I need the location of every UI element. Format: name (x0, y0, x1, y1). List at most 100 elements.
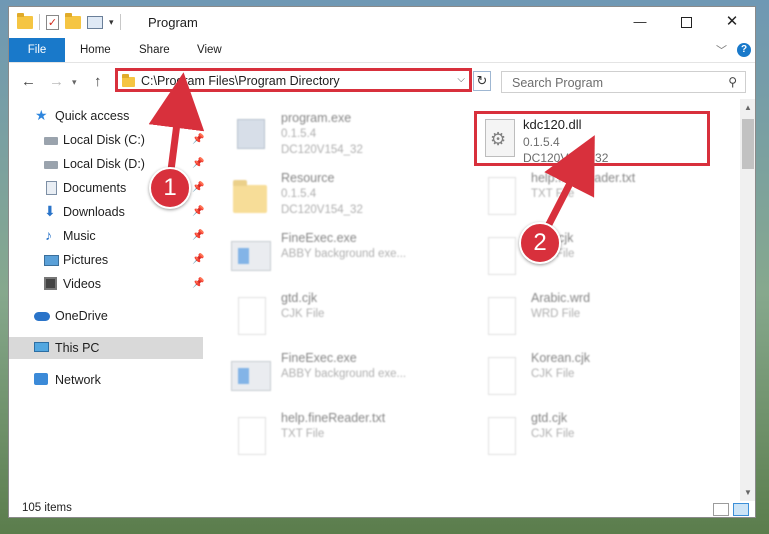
sidebar-item-label: OneDrive (55, 309, 108, 323)
file-name: gtd.cjk (281, 291, 318, 305)
file-item-fineexec[interactable]: FineExec.exe ABBY background exe... (231, 231, 461, 287)
document-icon (488, 177, 516, 215)
forward-arrow-icon[interactable]: → (49, 73, 64, 90)
address-folder-icon (122, 74, 135, 87)
file-type: TXT File (531, 188, 575, 200)
file-name: Korean.cjk (531, 351, 591, 365)
window-title: Program (148, 15, 198, 30)
callout-step-1: 1 (149, 167, 191, 209)
document-icon (488, 357, 516, 395)
gear-icon: ⚙ (490, 129, 507, 149)
pin-icon[interactable]: 📌 (192, 249, 204, 271)
pin-icon[interactable]: 📌 (192, 201, 204, 223)
file-thumb (231, 175, 271, 219)
up-arrow-icon[interactable]: ↑ (94, 73, 102, 90)
file-thumb (231, 295, 271, 339)
address-path[interactable]: C:\Program Files\Program Directory (141, 74, 340, 88)
tab-share[interactable]: Share (139, 38, 170, 62)
expand-ribbon-icon[interactable]: ﹀ (716, 42, 727, 58)
search-box[interactable]: ⚲ (501, 71, 746, 93)
properties-check-icon[interactable]: ✓ (46, 14, 59, 30)
file-item-program-exe[interactable]: program.exe 0.1.5.4 DC120V154_32 (231, 111, 461, 167)
sidebar-item-label: Network (55, 373, 101, 387)
sidebar-item-pictures[interactable]: Pictures 📌 (9, 249, 204, 271)
pin-icon[interactable]: 📌 (192, 225, 204, 247)
file-item-korean-cjk[interactable]: Korean.cjk CJK File (481, 351, 711, 407)
new-folder-icon[interactable] (65, 12, 81, 29)
close-button[interactable]: ✕ (709, 7, 755, 38)
sidebar-item-label: Local Disk (D:) (63, 157, 145, 171)
pin-icon[interactable]: 📌 (192, 273, 204, 295)
callout-step-2: 2 (519, 222, 561, 264)
tab-home[interactable]: Home (80, 38, 111, 62)
file-item-gtd-cjk-2[interactable]: gtd.cjk CJK File (481, 411, 711, 467)
sidebar-item-label: Quick access (55, 109, 130, 123)
scroll-down-icon[interactable]: ▼ (744, 488, 752, 497)
title-bar: ✓ ▾ Program — ✕ (9, 7, 755, 38)
maximize-button[interactable] (663, 7, 709, 38)
file-type: CJK File (281, 308, 325, 320)
sidebar-item-local-disk-c[interactable]: Local Disk (C:) 📌 (9, 129, 204, 151)
pin-icon[interactable]: 📌 (192, 177, 204, 199)
back-arrow-icon[interactable]: ← (21, 73, 36, 90)
file-name: FineExec.exe (281, 231, 357, 245)
minimize-button[interactable]: — (617, 7, 663, 38)
file-description: DC120V154_32 (281, 204, 363, 216)
file-item-fineexec-2[interactable]: FineExec.exe ABBY background exe... (231, 351, 461, 407)
help-icon[interactable]: ? (737, 43, 751, 57)
refresh-button[interactable]: ↻ (473, 71, 491, 91)
recent-locations-icon[interactable]: ▾ (72, 77, 77, 88)
file-item-gtd-cjk[interactable]: gtd.cjk CJK File (231, 291, 461, 347)
sidebar-item-music[interactable]: ♪ Music 📌 (9, 225, 204, 247)
chevron-down-icon[interactable]: ⌵ (457, 74, 465, 85)
file-item-help-finereader[interactable]: help.fineReader.txt TXT File (231, 411, 461, 467)
sidebar-item-videos[interactable]: Videos 📌 (9, 273, 204, 295)
file-item-arabic-wrd[interactable]: Arabic.wrd WRD File (481, 291, 711, 347)
file-list: program.exe 0.1.5.4 DC120V154_32 Resourc… (205, 99, 740, 491)
quick-access-toolbar: ✓ ▾ (17, 12, 121, 30)
view-toggle (713, 503, 749, 516)
file-item-kdc120-dll[interactable]: ⚙ kdc120.dll 0.1.5.4 DC120V154_32 (474, 111, 710, 166)
item-count: 105 items (22, 502, 72, 514)
folder-icon (17, 12, 33, 29)
sidebar-item-label: Downloads (63, 205, 125, 219)
search-icon[interactable]: ⚲ (728, 75, 737, 89)
customize-view-icon[interactable] (87, 15, 103, 29)
document-icon (488, 237, 516, 275)
search-input[interactable] (510, 74, 714, 92)
application-icon (231, 241, 271, 271)
star-icon: ★ (35, 107, 48, 123)
file-item-html-cjk[interactable]: html.cjk CJK File (481, 231, 711, 287)
file-name: kdc120.dll (523, 117, 582, 132)
file-name: Resource (281, 171, 335, 185)
address-bar[interactable]: C:\Program Files\Program Directory ⌵ (115, 68, 472, 92)
tab-file[interactable]: File (9, 38, 65, 62)
details-view-button[interactable] (713, 503, 729, 516)
scroll-up-icon[interactable]: ▲ (744, 103, 752, 112)
file-item-help-finereader-2[interactable]: help.fineReader.txt TXT File (481, 171, 711, 227)
sidebar-item-label: Pictures (63, 253, 109, 267)
document-icon (238, 297, 266, 335)
sidebar-item-quick-access[interactable]: ★ Quick access (9, 105, 203, 127)
pin-icon[interactable]: 📌 (192, 129, 204, 151)
file-thumb (481, 295, 521, 339)
file-type: ABBY background exe... (281, 368, 407, 380)
sidebar-item-this-pc[interactable]: This PC (9, 337, 203, 359)
large-icons-view-button[interactable] (733, 503, 749, 516)
file-type: WRD File (531, 308, 581, 320)
scroll-thumb[interactable] (742, 119, 754, 169)
pc-icon (34, 342, 49, 352)
pin-icon[interactable]: 📌 (192, 153, 204, 175)
file-item-resource[interactable]: Resource 0.1.5.4 DC120V154_32 (231, 171, 461, 227)
gear-dll-icon: ⚙ (485, 119, 515, 157)
document-icon (488, 297, 516, 335)
sidebar-item-onedrive[interactable]: OneDrive (9, 305, 203, 327)
file-thumb (231, 235, 271, 279)
qat-dropdown-icon[interactable]: ▾ (109, 17, 114, 28)
file-version: 0.1.5.4 (523, 135, 560, 149)
tab-view[interactable]: View (197, 38, 222, 62)
sidebar-item-network[interactable]: Network (9, 369, 203, 391)
navigation-pane: ★ Quick access Local Disk (C:) 📌 Local D… (9, 99, 205, 491)
vertical-scrollbar[interactable]: ▲ ▼ (740, 99, 755, 501)
document-icon (238, 417, 266, 455)
